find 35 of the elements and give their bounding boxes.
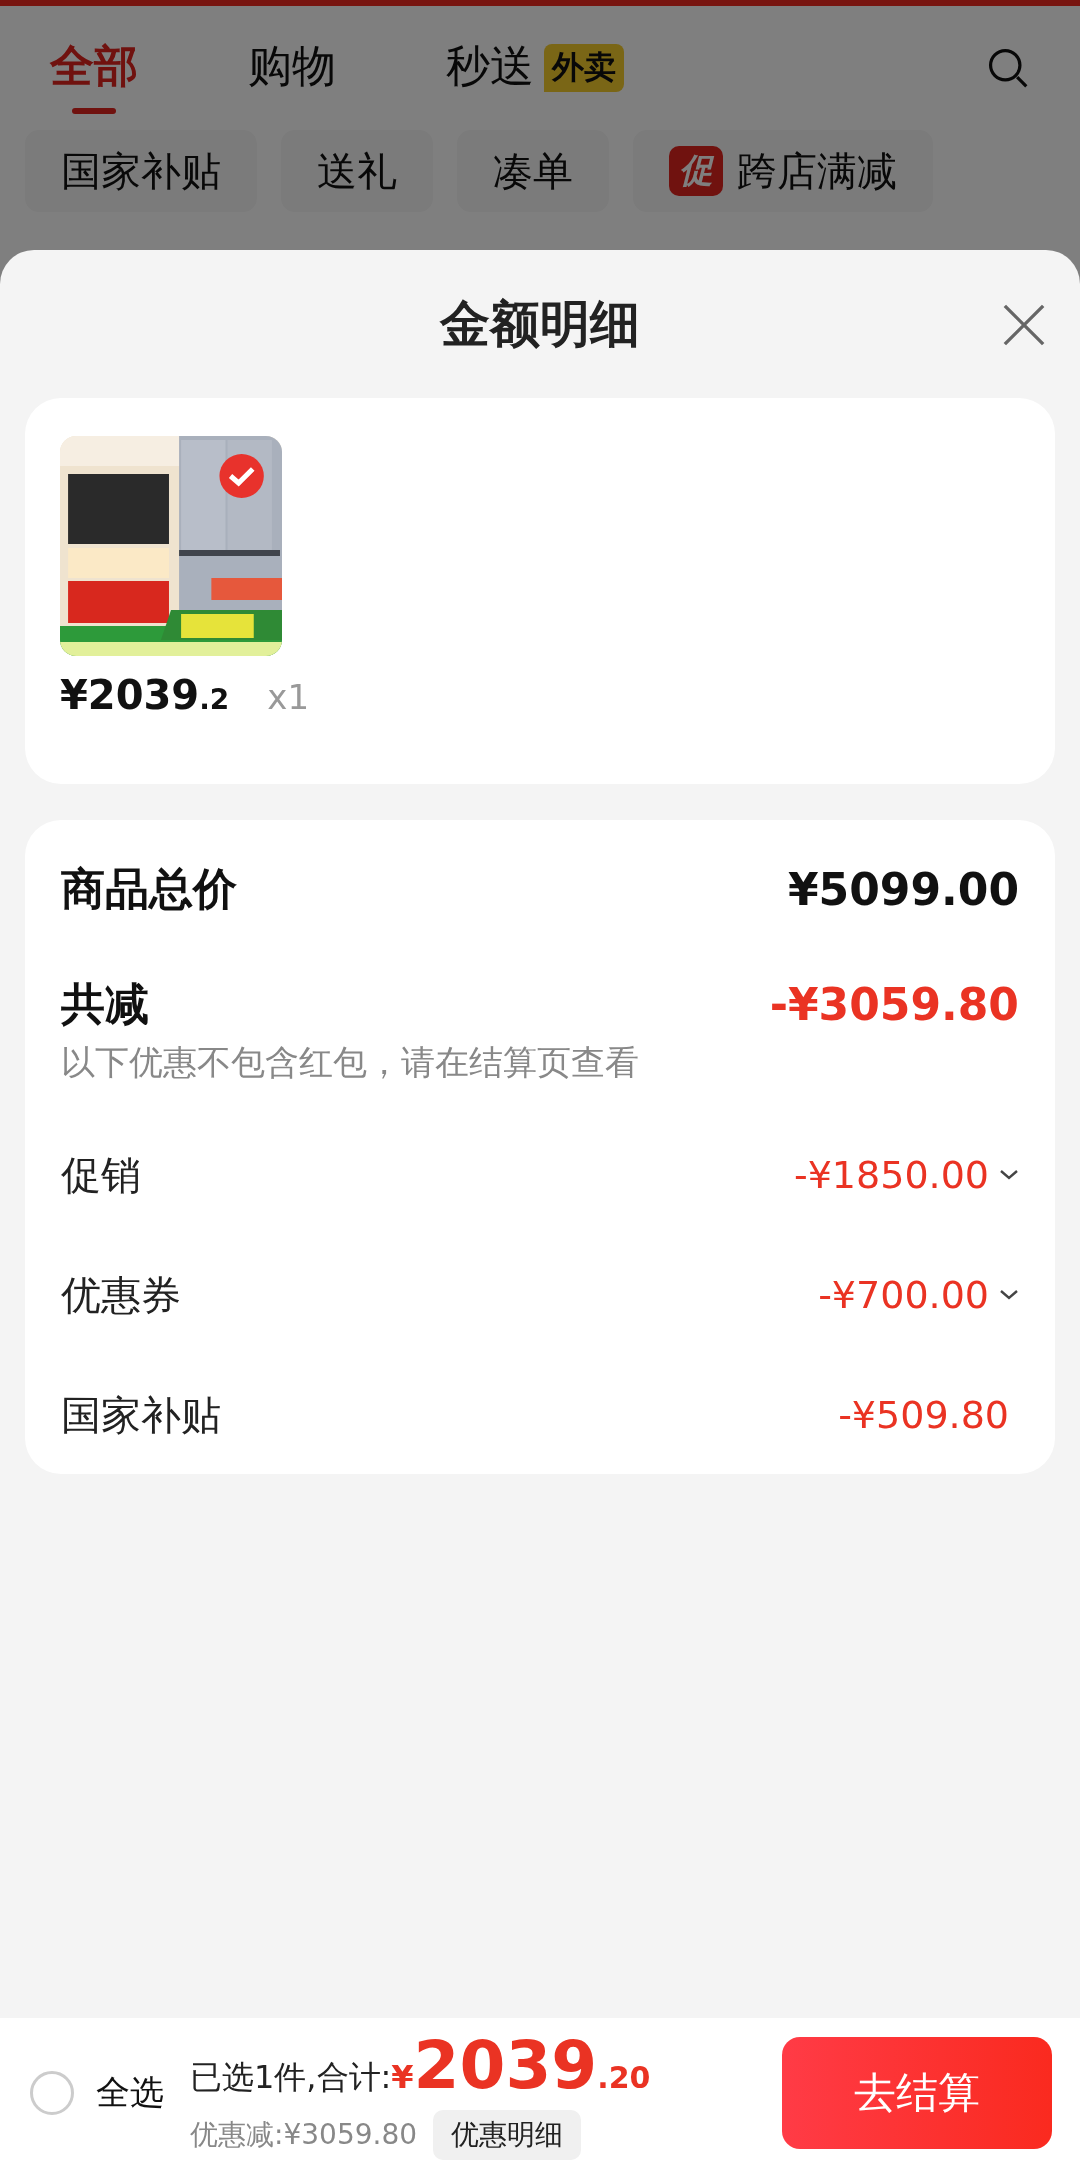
close-icon[interactable] <box>1001 302 1047 348</box>
discount-value: -¥700.00 <box>818 1273 989 1317</box>
discount-value: -¥1850.00 <box>793 1153 989 1197</box>
filter-chip[interactable]: 国家补贴 <box>25 130 257 212</box>
item-price: ¥2039.2 <box>60 672 230 718</box>
discount-label: 共减 <box>61 977 149 1031</box>
discount-label: 促销 <box>61 1150 141 1200</box>
tab[interactable]: 全部 <box>50 36 138 114</box>
discount-value: -¥3059.80 <box>769 979 1019 1030</box>
badge: 外卖 <box>544 44 624 92</box>
sheet-title: 金额明细 <box>440 293 640 355</box>
select-all-label[interactable]: 全选 <box>96 2070 164 2116</box>
quantity-text: x1 <box>267 677 310 717</box>
filter-chip[interactable]: 凑单 <box>457 130 609 212</box>
checkout-button[interactable]: 去结算 <box>782 2037 1052 2149</box>
tab[interactable]: 购物 <box>248 36 336 114</box>
total-price: ¥2039.20 <box>391 2026 651 2104</box>
note-text: 以下优惠不包含红包，请在结算页查看 <box>61 1041 640 1084</box>
discount-details-button[interactable]: 优惠明细 <box>433 2109 582 2160</box>
promo-tag: 促 <box>669 146 723 196</box>
chevron-down-icon[interactable] <box>999 1289 1019 1301</box>
discount-label: 国家补贴 <box>61 1390 221 1440</box>
chevron-down-icon[interactable] <box>999 1169 1019 1181</box>
radio-button[interactable] <box>30 2071 74 2115</box>
savings-text: 优惠减:¥3059.80 <box>190 2116 418 2153</box>
discount-value: -¥509.80 <box>838 1393 1009 1437</box>
total-label: 商品总价 <box>61 862 237 916</box>
chip-label: 跨店满减 <box>737 146 897 196</box>
total-value: ¥5099.00 <box>787 864 1019 915</box>
selected-count-text: 已选1件,合计: <box>190 2056 392 2098</box>
tab[interactable]: 秒送 <box>446 36 534 114</box>
discount-label: 优惠券 <box>61 1270 181 1320</box>
filter-chip[interactable]: 送礼 <box>281 130 433 212</box>
filter-chip[interactable]: 促 跨店满减 <box>633 130 933 212</box>
search-icon[interactable] <box>986 46 1030 90</box>
